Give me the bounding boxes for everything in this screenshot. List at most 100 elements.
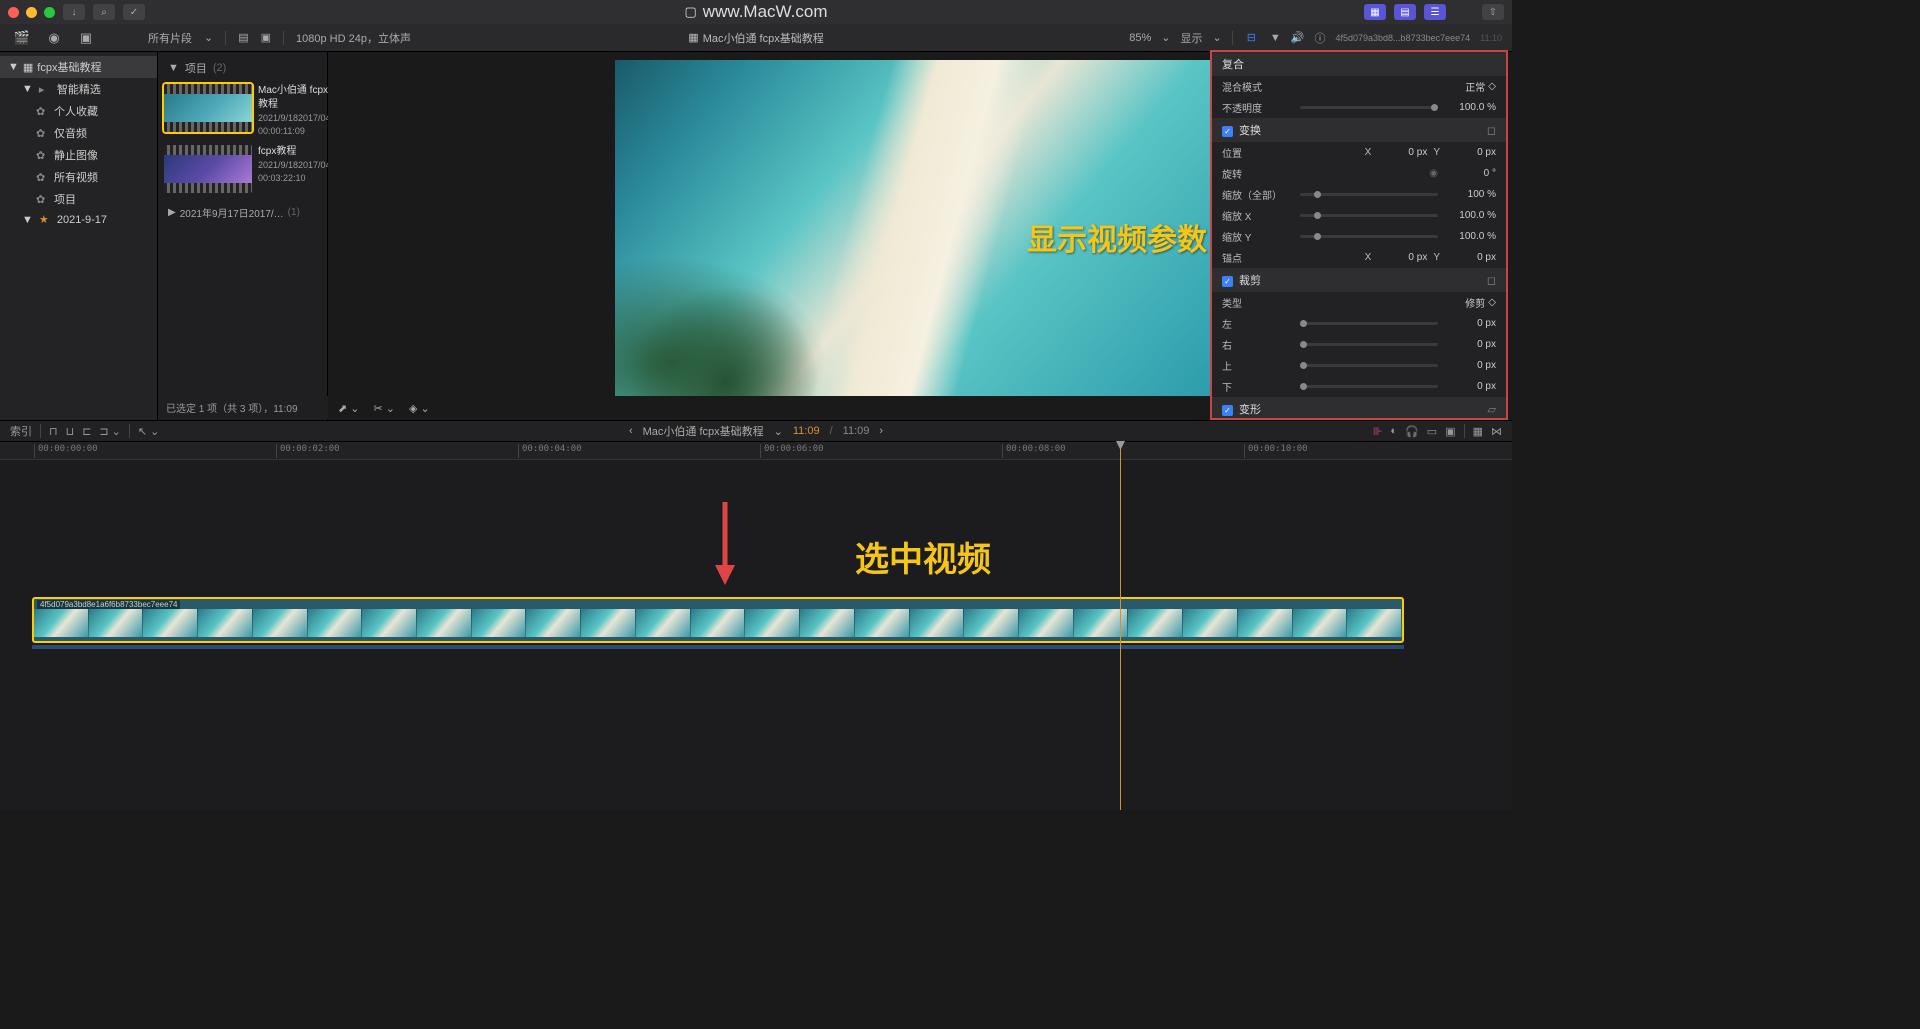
viewer-canvas[interactable]: 显示视频参数 bbox=[615, 60, 1225, 400]
inspector-section-transform[interactable]: ✓变换 ◻ bbox=[1212, 118, 1506, 142]
transitions-browser-icon[interactable]: ⋈ bbox=[1491, 425, 1502, 438]
transform-reset-icon[interactable]: ◻ bbox=[1487, 124, 1496, 137]
color-inspector-tab[interactable]: ▼ bbox=[1270, 32, 1281, 44]
crop-checkbox[interactable]: ✓ bbox=[1222, 276, 1233, 287]
anchor-x-value[interactable]: 0 px bbox=[1377, 252, 1427, 263]
timeline-next-icon[interactable]: › bbox=[879, 425, 883, 437]
solo-icon[interactable]: 🎧 bbox=[1405, 425, 1419, 438]
list-view-icon[interactable]: ▣ bbox=[261, 31, 271, 44]
snap-icon[interactable]: ▭ bbox=[1427, 425, 1437, 438]
scale-all-slider[interactable] bbox=[1300, 193, 1438, 196]
view-menu[interactable]: 显示 bbox=[1180, 30, 1202, 46]
opacity-slider[interactable] bbox=[1300, 106, 1438, 109]
timeline-ruler[interactable]: 00:00:00:00 00:00:02:00 00:00:04:00 00:0… bbox=[0, 442, 1512, 460]
append-tool-icon[interactable]: ⊏ bbox=[82, 425, 91, 438]
share-button[interactable]: ⇧ bbox=[1482, 4, 1504, 20]
select-tool-icon[interactable]: ↖ ⌄ bbox=[138, 425, 160, 438]
filmstrip-view-icon[interactable]: ▤ bbox=[238, 31, 248, 44]
library-header[interactable]: ▼ ▦ fcpx基础教程 bbox=[0, 56, 157, 78]
distort-tool-icon[interactable]: ◈ ⌄ bbox=[409, 402, 430, 415]
playhead[interactable] bbox=[1120, 442, 1121, 810]
crop-left-slider[interactable] bbox=[1300, 322, 1438, 325]
scale-x-value[interactable]: 100.0 % bbox=[1446, 210, 1496, 221]
audio-inspector-tab[interactable]: 🔊 bbox=[1291, 31, 1305, 44]
clip-view-icon[interactable]: ▣ bbox=[1445, 425, 1455, 438]
connect-tool-icon[interactable]: ⊓ bbox=[49, 425, 58, 438]
effects-browser-icon[interactable]: ▦ bbox=[1473, 425, 1483, 438]
overwrite-tool-icon[interactable]: ⊐ ⌄ bbox=[99, 425, 121, 438]
timeline-panel[interactable]: 00:00:00:00 00:00:02:00 00:00:04:00 00:0… bbox=[0, 442, 1512, 810]
opacity-value[interactable]: 100.0 % bbox=[1446, 102, 1496, 113]
scale-all-value[interactable]: 100 % bbox=[1446, 189, 1496, 200]
transform-tool-icon[interactable]: ⬈ ⌄ bbox=[338, 402, 360, 415]
crop-bottom-slider[interactable] bbox=[1300, 385, 1438, 388]
project-item[interactable]: Mac小伯通 fcpx教程 2021/9/182017/04 00:00:11:… bbox=[164, 84, 321, 137]
scale-y-value[interactable]: 100.0 % bbox=[1446, 231, 1496, 242]
blend-mode-dropdown[interactable]: 正常 ◇ bbox=[1465, 79, 1496, 94]
sidebar-item-smart[interactable]: ▼ ▸ 智能精选 bbox=[0, 78, 157, 100]
crop-bottom-value[interactable]: 0 px bbox=[1446, 381, 1496, 392]
close-window[interactable] bbox=[8, 7, 19, 18]
sidebar-item-video[interactable]: ✿所有视频 bbox=[0, 166, 157, 188]
disclosure-triangle-icon[interactable]: ▼ bbox=[168, 62, 179, 74]
layout-grid-icon[interactable]: ▦ bbox=[1364, 4, 1386, 20]
crop-right-slider[interactable] bbox=[1300, 343, 1438, 346]
distort-reset-icon[interactable]: ▱ bbox=[1488, 403, 1496, 416]
info-inspector-tab[interactable]: ⓘ bbox=[1315, 30, 1326, 46]
import-button[interactable]: ↓ bbox=[63, 4, 85, 20]
skimming-icon[interactable]: ⊪ bbox=[1373, 425, 1383, 438]
rotation-dial[interactable]: ◉ bbox=[1429, 168, 1438, 179]
index-button[interactable]: 索引 bbox=[10, 423, 32, 439]
video-inspector-tab[interactable]: ⊟ bbox=[1243, 29, 1260, 46]
crop-top-slider[interactable] bbox=[1300, 364, 1438, 367]
photos-icon[interactable]: ◉ bbox=[44, 29, 64, 47]
sidebar-item-favorites[interactable]: ✿个人收藏 bbox=[0, 100, 157, 122]
sidebar-item-audio[interactable]: ✿仅音频 bbox=[0, 122, 157, 144]
sidebar-item-projects[interactable]: ✿项目 bbox=[0, 188, 157, 210]
inspector-section-crop[interactable]: ✓裁剪 ◻ bbox=[1212, 268, 1506, 292]
crop-right-value[interactable]: 0 px bbox=[1446, 339, 1496, 350]
position-x-value[interactable]: 0 px bbox=[1377, 147, 1427, 158]
audio-skim-icon[interactable]: ◐ bbox=[1390, 425, 1397, 437]
crop-left-value[interactable]: 0 px bbox=[1446, 318, 1496, 329]
crop-top-value[interactable]: 0 px bbox=[1446, 360, 1496, 371]
disclosure-triangle-icon[interactable]: ▶ bbox=[168, 207, 176, 218]
sidebar-item-stills[interactable]: ✿静止图像 bbox=[0, 144, 157, 166]
zoom-level[interactable]: 85% bbox=[1129, 32, 1151, 44]
transform-checkbox[interactable]: ✓ bbox=[1222, 126, 1233, 137]
timeline-project-name: Mac小伯通 fcpx基础教程 bbox=[643, 423, 764, 439]
position-y-value[interactable]: 0 px bbox=[1446, 147, 1496, 158]
layout-list-icon[interactable]: ▤ bbox=[1394, 4, 1416, 20]
insert-tool-icon[interactable]: ⊔ bbox=[66, 425, 75, 438]
minimize-window[interactable] bbox=[26, 7, 37, 18]
rotation-value[interactable]: 0 ° bbox=[1446, 168, 1496, 179]
clip-audio-track[interactable] bbox=[32, 645, 1404, 649]
keyword-button[interactable]: ⌕ bbox=[93, 4, 115, 20]
project-thumbnail[interactable] bbox=[164, 84, 252, 132]
inspector-section-composite[interactable]: 复合 bbox=[1212, 52, 1506, 76]
distort-checkbox[interactable]: ✓ bbox=[1222, 405, 1233, 416]
render-button[interactable]: ✓ bbox=[123, 4, 145, 20]
timeline-clip[interactable]: 4f5d079a3bd8e1a6f6b8733bec7eee74 bbox=[32, 597, 1404, 643]
sidebar-event[interactable]: ▼ ★ 2021-9-17 bbox=[0, 210, 157, 229]
disclosure-triangle-icon[interactable]: ▼ bbox=[22, 214, 33, 226]
crop-type-dropdown[interactable]: 修剪 ◇ bbox=[1465, 295, 1496, 310]
project-item[interactable]: fcpx教程 2021/9/182017/04 00:03:22:10 bbox=[164, 145, 321, 193]
disclosure-triangle-icon[interactable]: ▼ bbox=[22, 83, 33, 95]
crop-reset-icon[interactable]: ◻ bbox=[1487, 274, 1496, 287]
layout-detail-icon[interactable]: ☰ bbox=[1424, 4, 1446, 20]
scale-y-slider[interactable] bbox=[1300, 235, 1438, 238]
disclosure-triangle-icon[interactable]: ▼ bbox=[8, 61, 19, 73]
inspector-section-distort[interactable]: ✓变形 ▱ bbox=[1212, 397, 1506, 420]
maximize-window[interactable] bbox=[44, 7, 55, 18]
timeline-prev-icon[interactable]: ‹ bbox=[629, 425, 633, 437]
browser-folder[interactable]: ▶ 2021年9月17日2017/… (1) bbox=[164, 201, 321, 224]
timeline-current-time: 11:09 bbox=[793, 425, 820, 437]
clips-filter-dropdown[interactable]: 所有片段 bbox=[148, 30, 192, 46]
crop-tool-icon[interactable]: ✂ ⌄ bbox=[374, 402, 396, 415]
library-icon[interactable]: 🎬 bbox=[12, 29, 32, 47]
titles-icon[interactable]: ▣ bbox=[76, 29, 96, 47]
project-thumbnail[interactable] bbox=[164, 145, 252, 193]
scale-x-slider[interactable] bbox=[1300, 214, 1438, 217]
anchor-y-value[interactable]: 0 px bbox=[1446, 252, 1496, 263]
